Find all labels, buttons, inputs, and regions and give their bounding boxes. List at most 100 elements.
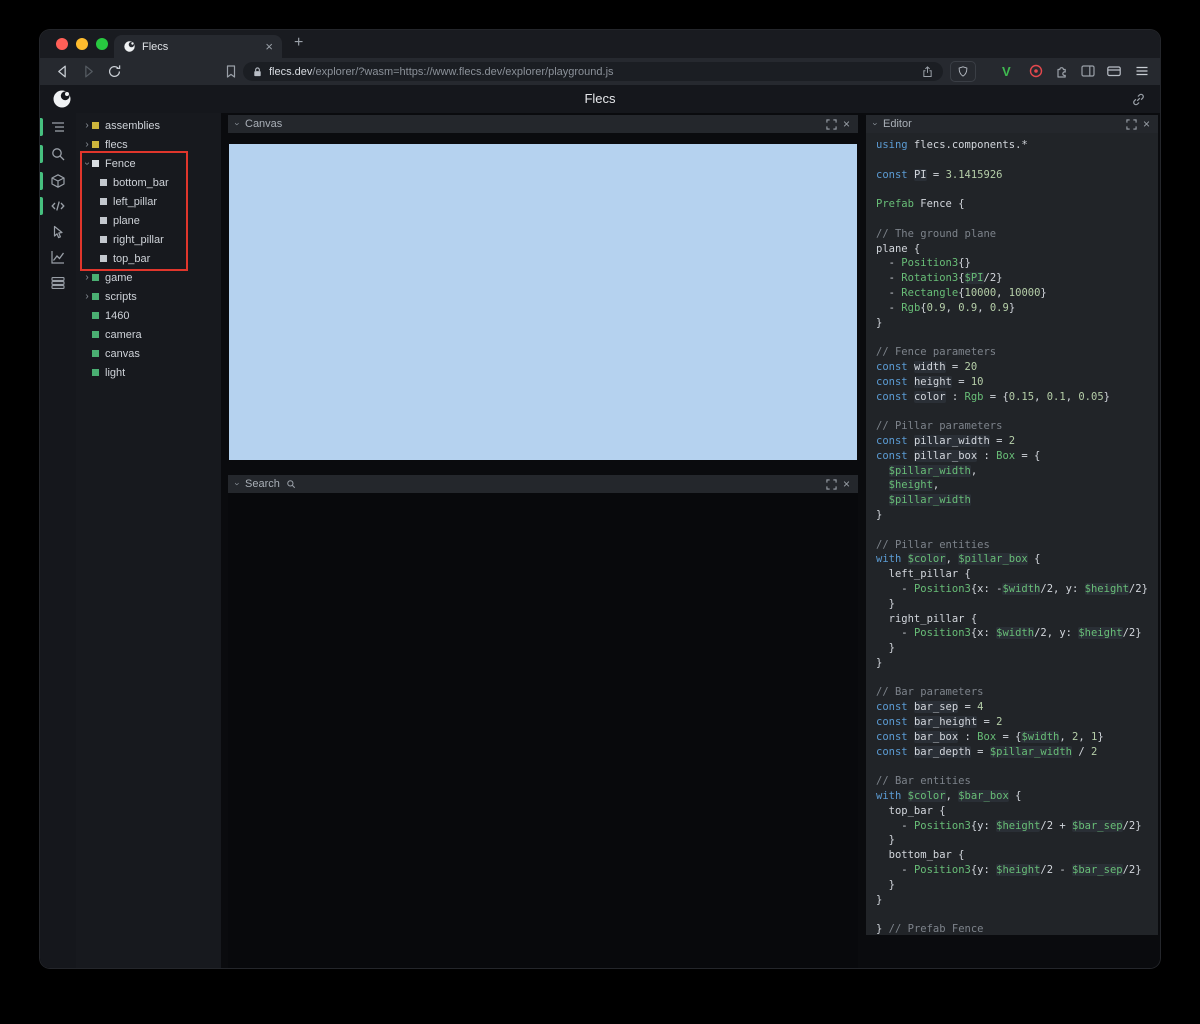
canvas-panel-title: Canvas xyxy=(245,118,283,130)
close-window-button[interactable] xyxy=(56,38,68,50)
wallet-card-icon[interactable] xyxy=(1106,63,1122,79)
search-panel-header[interactable]: › Search × xyxy=(228,475,858,493)
url-domain: flecs.dev xyxy=(269,65,313,78)
v-extension-icon[interactable]: V xyxy=(1002,64,1011,79)
sidebar-toggle-icon[interactable] xyxy=(1080,63,1096,79)
tree-item-top_bar[interactable]: top_bar xyxy=(76,249,221,268)
bookmark-icon[interactable] xyxy=(223,63,239,80)
tree-view-icon xyxy=(52,122,64,132)
code-line: with $color, $pillar_box { xyxy=(876,553,1041,566)
tree-item-right_pillar[interactable]: right_pillar xyxy=(76,230,221,249)
new-tab-button[interactable]: + xyxy=(294,34,303,52)
tree-item-label: flecs xyxy=(105,138,128,151)
chevron-right-icon[interactable]: › xyxy=(82,272,92,283)
close-icon[interactable]: × xyxy=(1143,117,1150,131)
entity-color-square xyxy=(92,312,99,319)
query-tool-button[interactable] xyxy=(40,142,76,166)
tree-item-label: bottom_bar xyxy=(113,176,169,189)
expand-icon[interactable] xyxy=(826,118,837,130)
menu-hamburger-icon[interactable] xyxy=(1134,63,1150,79)
tree-item-flecs[interactable]: › flecs xyxy=(76,135,221,154)
tree-item-Fence[interactable]: › Fence xyxy=(76,154,221,173)
tree-item-game[interactable]: › game xyxy=(76,268,221,287)
code-line: top_bar { xyxy=(876,804,946,817)
maximize-window-button[interactable] xyxy=(96,38,108,50)
tree-item-camera[interactable]: camera xyxy=(76,325,221,344)
code-line: - Position3{y: $height/2 - $bar_sep/2} xyxy=(876,864,1142,877)
tab-title: Flecs xyxy=(142,40,169,53)
tree-item-label: scripts xyxy=(105,290,137,303)
record-icon[interactable] xyxy=(1028,63,1044,79)
code-line: const bar_sep = 4 xyxy=(876,701,984,714)
url-bar[interactable]: flecs.dev/explorer/?wasm=https://www.fle… xyxy=(243,62,943,81)
code-line: // Pillar parameters xyxy=(876,420,1003,433)
tool-strip xyxy=(40,113,76,968)
canvas-viewport[interactable] xyxy=(229,144,857,460)
code-line: const height = 10 xyxy=(876,375,984,388)
tab-close-icon[interactable]: × xyxy=(265,40,273,53)
inspect-tool-button[interactable] xyxy=(40,220,76,244)
entities-tool-button[interactable] xyxy=(40,169,76,193)
minimize-window-button[interactable] xyxy=(76,38,88,50)
code-line: const pillar_box : Box = { xyxy=(876,449,1041,462)
link-icon[interactable] xyxy=(1131,92,1146,107)
chevron-right-icon[interactable]: › xyxy=(82,120,92,131)
flecs-favicon xyxy=(124,41,135,52)
code-line: } xyxy=(876,508,883,521)
tree-item-label: camera xyxy=(105,328,142,341)
close-icon[interactable]: × xyxy=(843,477,850,491)
expand-icon[interactable] xyxy=(826,478,837,490)
tree-item-1460[interactable]: 1460 xyxy=(76,306,221,325)
entity-color-square xyxy=(100,179,107,186)
code-area[interactable]: using flecs.components.* const PI = 3.14… xyxy=(876,138,1158,935)
code-line: $pillar_width xyxy=(888,494,971,507)
script-tool-button[interactable] xyxy=(40,194,76,218)
tree-item-label: plane xyxy=(113,214,140,227)
code-editor[interactable]: using flecs.components.* const PI = 3.14… xyxy=(866,133,1158,935)
expand-icon[interactable] xyxy=(1126,118,1137,130)
tree-item-bottom_bar[interactable]: bottom_bar xyxy=(76,173,221,192)
chevron-down-icon[interactable]: › xyxy=(233,123,243,126)
tree-item-scripts[interactable]: › scripts xyxy=(76,287,221,306)
extensions-puzzle-icon[interactable] xyxy=(1054,63,1070,79)
chevron-down-icon[interactable]: › xyxy=(871,123,881,126)
tree-item-plane[interactable]: plane xyxy=(76,211,221,230)
share-icon[interactable] xyxy=(921,65,934,79)
editor-panel-header[interactable]: › Editor × xyxy=(866,115,1158,133)
entity-color-square xyxy=(92,141,99,148)
url-text: flecs.dev/explorer/?wasm=https://www.fle… xyxy=(269,66,915,78)
url-path: /explorer/?wasm=https://www.flecs.dev/ex… xyxy=(312,65,614,78)
forward-button[interactable] xyxy=(80,63,97,80)
entity-color-square xyxy=(92,369,99,376)
code-line: // The ground plane xyxy=(876,227,997,240)
code-line: } xyxy=(876,834,895,847)
chevron-right-icon[interactable]: › xyxy=(82,139,92,150)
stats-tool-button[interactable] xyxy=(40,271,76,295)
tree-item-label: Fence xyxy=(105,157,136,170)
entity-tree-tool-button[interactable] xyxy=(40,115,76,139)
close-icon[interactable]: × xyxy=(843,117,850,131)
shield-extension-button[interactable] xyxy=(950,61,976,82)
reload-button[interactable] xyxy=(106,63,123,80)
tree-item-left_pillar[interactable]: left_pillar xyxy=(76,192,221,211)
tree-item-light[interactable]: light xyxy=(76,363,221,382)
tree-item-canvas[interactable]: canvas xyxy=(76,344,221,363)
chevron-down-icon[interactable]: › xyxy=(233,483,243,486)
back-button[interactable] xyxy=(54,63,71,80)
tree-item-assemblies[interactable]: › assemblies xyxy=(76,116,221,135)
active-indicator xyxy=(40,145,43,163)
browser-tab-flecs[interactable]: Flecs × xyxy=(114,35,282,58)
entity-color-square xyxy=(92,331,99,338)
entity-color-square xyxy=(92,274,99,281)
charts-tool-button[interactable] xyxy=(40,245,76,269)
chevron-right-icon[interactable]: › xyxy=(82,291,92,302)
window-controls xyxy=(56,38,108,50)
tree-item-label: canvas xyxy=(105,347,140,360)
chevron-down-icon[interactable]: › xyxy=(82,159,93,169)
code-line: - Position3{} xyxy=(876,257,971,270)
editor-panel-title: Editor xyxy=(883,118,912,130)
line-chart-icon xyxy=(51,251,65,264)
canvas-panel-header[interactable]: › Canvas × xyxy=(228,115,858,133)
